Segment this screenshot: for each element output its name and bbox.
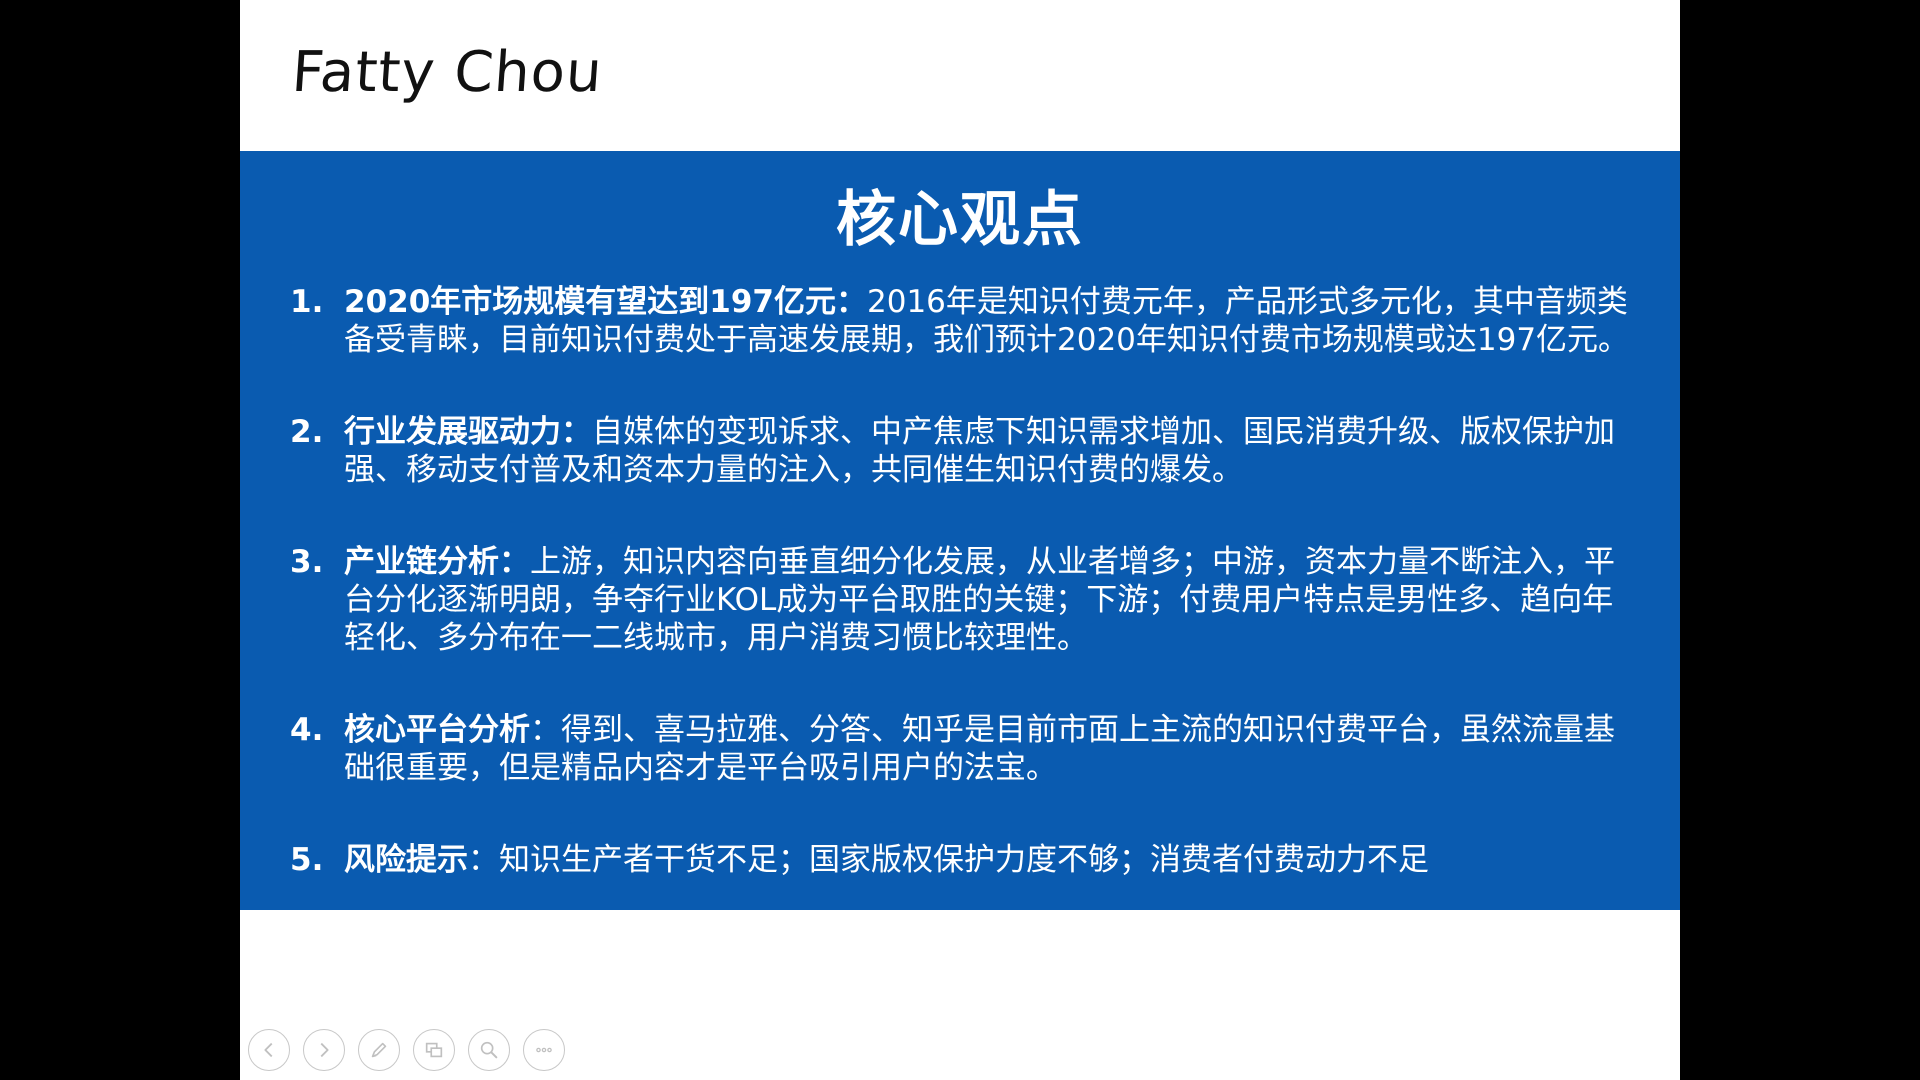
previous-arrow-icon	[264, 1042, 273, 1058]
point-number: 4.	[290, 712, 324, 748]
next-arrow-icon	[320, 1042, 329, 1058]
point-body: ：得到、喜马拉雅、分答、知乎是目前市面上主流的知识付费平台，虽然流量基础很重要，…	[344, 712, 1615, 786]
slide-title: 核心观点	[836, 185, 1084, 255]
point-heading: 风险提示	[344, 842, 468, 878]
zoom-icon	[480, 1041, 498, 1059]
point-heading: 产业链分析：	[344, 544, 530, 580]
zoom-button[interactable]	[468, 1029, 510, 1071]
point-heading: 核心平台分析	[344, 712, 530, 748]
list-item: 5. 风险提示：知识生产者干货不足；国家版权保护力度不够；消费者付费动力不足	[290, 841, 1630, 879]
see-all-slides-button[interactable]	[413, 1029, 455, 1071]
brand-logo-text: Fatty Chou	[289, 40, 605, 105]
slides-grid-icon	[425, 1042, 443, 1058]
point-body: ：知识生产者干货不足；国家版权保护力度不够；消费者付费动力不足	[468, 842, 1429, 878]
point-body: 上游，知识内容向垂直细分化发展，从业者增多；中游，资本力量不断注入，平台分化逐渐…	[344, 544, 1615, 656]
point-heading: 行业发展驱动力：	[344, 414, 592, 450]
content-band: 核心观点 1. 2020年市场规模有望达到197亿元：2016年是知识付费元年，…	[240, 151, 1680, 910]
previous-slide-button[interactable]	[248, 1029, 290, 1071]
point-number: 2.	[290, 414, 324, 450]
slide: Fatty Chou 核心观点 1. 2020年市场规模有望达到197亿元：20…	[240, 0, 1680, 1080]
list-item: 4. 核心平台分析：得到、喜马拉雅、分答、知乎是目前市面上主流的知识付费平台，虽…	[290, 711, 1630, 787]
point-heading: 2020年市场规模有望达到197亿元：	[344, 284, 867, 320]
key-points-list: 1. 2020年市场规模有望达到197亿元：2016年是知识付费元年，产品形式多…	[290, 283, 1630, 879]
list-item: 3. 产业链分析：上游，知识内容向垂直细分化发展，从业者增多；中游，资本力量不断…	[290, 543, 1630, 657]
point-number: 3.	[290, 544, 324, 580]
pen-tool-button[interactable]	[358, 1029, 400, 1071]
pen-icon	[371, 1042, 387, 1058]
point-number: 1.	[290, 284, 324, 320]
next-slide-button[interactable]	[303, 1029, 345, 1071]
slideshow-controls	[248, 1029, 565, 1073]
point-number: 5.	[290, 842, 324, 878]
list-item: 2. 行业发展驱动力：自媒体的变现诉求、中产焦虑下知识需求增加、国民消费升级、版…	[290, 413, 1630, 489]
list-item: 1. 2020年市场规模有望达到197亿元：2016年是知识付费元年，产品形式多…	[290, 283, 1630, 359]
more-icon	[536, 1047, 552, 1053]
more-options-button[interactable]	[523, 1029, 565, 1071]
presentation-stage: Fatty Chou 核心观点 1. 2020年市场规模有望达到197亿元：20…	[0, 0, 1920, 1080]
